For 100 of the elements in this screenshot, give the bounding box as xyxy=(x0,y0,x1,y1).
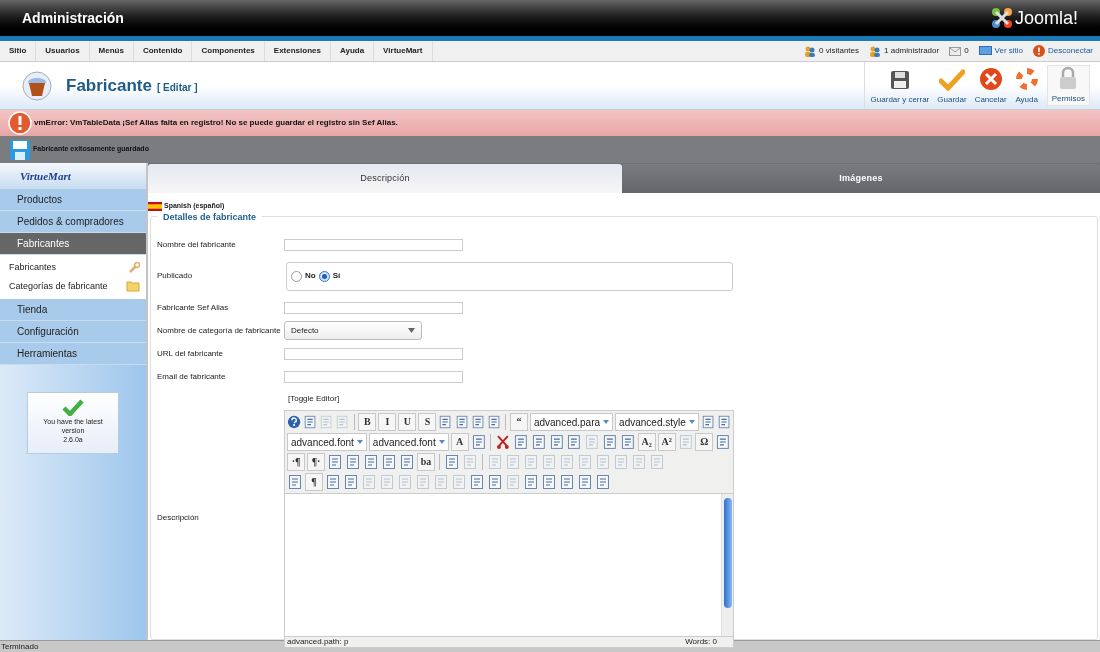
document-icon[interactable] xyxy=(399,454,415,470)
status-link[interactable]: 1 administrador xyxy=(884,45,940,57)
toolbar-button[interactable]: Ayuda xyxy=(1010,65,1043,106)
tab[interactable]: Imágenes xyxy=(622,164,1100,193)
field-label: Publicado xyxy=(157,270,194,282)
toolbar-button[interactable]: A₂ xyxy=(637,433,656,451)
sidebar-section[interactable]: Productos xyxy=(0,189,146,211)
document-icon[interactable] xyxy=(700,414,715,430)
toolbar-dropdown[interactable]: advanced.para xyxy=(529,413,614,431)
virtuemart-logo: VirtueMart xyxy=(20,168,71,184)
document-icon[interactable] xyxy=(530,434,547,450)
scrollbar[interactable] xyxy=(721,494,733,636)
document-icon[interactable] xyxy=(325,474,341,490)
toolbar-dropdown[interactable]: advanced.style xyxy=(615,413,699,431)
toolbar-button[interactable]: B xyxy=(358,413,377,431)
spain-flag-icon xyxy=(148,201,162,211)
text-field[interactable] xyxy=(284,238,463,251)
toggle-editor-link[interactable]: [Toggle Editor] xyxy=(284,388,734,410)
sidebar-section[interactable]: Pedidos & compradores xyxy=(0,211,146,233)
document-icon[interactable] xyxy=(548,434,565,450)
text-field[interactable] xyxy=(284,370,463,383)
document-icon[interactable] xyxy=(303,414,318,430)
document-icon[interactable] xyxy=(715,434,732,450)
document-icon[interactable] xyxy=(486,414,501,430)
sidebar-link[interactable]: Fabricantes xyxy=(9,261,57,275)
document-icon[interactable] xyxy=(595,474,611,490)
toolbar-button[interactable]: S xyxy=(418,413,437,431)
header-title: Administración xyxy=(22,8,124,28)
menu-item[interactable]: Contenido xyxy=(133,41,193,61)
toolbar-button[interactable]: Permisos xyxy=(1046,65,1090,106)
field-label: Nombre del fabricante xyxy=(157,238,237,251)
document-icon[interactable] xyxy=(716,414,732,430)
menu-item[interactable]: Extensiones xyxy=(264,41,331,61)
scissors-icon[interactable] xyxy=(495,434,512,450)
sidebar-link[interactable]: Categorías de fabricante xyxy=(9,279,108,293)
document-icon[interactable] xyxy=(327,454,343,470)
text-field[interactable] xyxy=(284,347,463,360)
document-icon[interactable] xyxy=(343,474,359,490)
document-icon[interactable] xyxy=(523,474,539,490)
document-icon[interactable] xyxy=(487,474,503,490)
document-icon[interactable] xyxy=(454,414,469,430)
toolbar-button[interactable]: U xyxy=(398,413,417,431)
document-icon[interactable] xyxy=(444,454,460,470)
page-title: Fabricante xyxy=(66,74,152,97)
sidebar-section[interactable]: Fabricantes xyxy=(0,233,146,255)
tab[interactable]: Descripción xyxy=(148,164,622,193)
sidebar-section[interactable]: Configuración xyxy=(0,321,146,343)
document-icon[interactable] xyxy=(381,454,397,470)
field-label: Nombre de categoría de fabricante xyxy=(157,324,282,337)
toolbar-button[interactable]: ¶ xyxy=(305,473,323,491)
menu-item[interactable]: Ayuda xyxy=(330,41,375,61)
document-icon[interactable] xyxy=(345,454,361,470)
document-icon[interactable] xyxy=(577,474,593,490)
document-icon[interactable] xyxy=(287,474,303,490)
menu-item[interactable]: Menús xyxy=(89,41,134,61)
help-icon[interactable] xyxy=(287,414,302,430)
basket-icon xyxy=(22,70,52,101)
document-icon[interactable] xyxy=(602,434,618,450)
toolbar-button[interactable]: Guardar xyxy=(933,65,971,106)
field-label: Descripción xyxy=(157,512,199,524)
category-dropdown[interactable]: Defecto xyxy=(284,321,422,340)
status-link[interactable]: Desconectar xyxy=(1048,45,1093,57)
toolbar-button[interactable]: “ xyxy=(509,413,528,431)
toolbar-button[interactable]: I xyxy=(378,413,397,431)
page-subtitle: [ Editar ] xyxy=(157,80,198,95)
users-icon xyxy=(869,45,881,57)
toolbar-button[interactable]: Guardar y cerrar xyxy=(866,65,934,106)
toolbar-dropdown[interactable]: advanced.font xyxy=(368,433,449,451)
toolbar-button[interactable]: ba xyxy=(417,453,435,471)
sidebar-section[interactable]: Herramientas xyxy=(0,343,146,365)
radio-button[interactable] xyxy=(291,270,302,282)
toolbar-button[interactable]: ¶· xyxy=(307,453,325,471)
sidebar-section[interactable]: Tienda xyxy=(0,299,146,321)
document-icon[interactable] xyxy=(470,414,485,430)
radio-button[interactable] xyxy=(318,270,330,282)
document-icon[interactable] xyxy=(438,414,453,430)
menu-item[interactable]: Componentes xyxy=(192,41,265,61)
menu-item[interactable]: VirtueMart xyxy=(374,41,433,61)
toolbar-dropdown[interactable]: advanced.font xyxy=(287,433,367,451)
document-icon[interactable] xyxy=(470,434,487,450)
menu-item[interactable]: Sitio xyxy=(0,41,37,61)
error-message: vmError: VmTableData ¡Sef Alias falta en registro! No se puede guardar el registro sin Sef Alias. xyxy=(34,117,398,129)
document-icon[interactable] xyxy=(559,474,575,490)
document-icon[interactable] xyxy=(363,454,379,470)
document-icon[interactable] xyxy=(469,474,485,490)
document-icon[interactable] xyxy=(541,474,557,490)
document-icon[interactable] xyxy=(513,434,529,450)
toolbar-button[interactable]: Ω xyxy=(695,433,714,451)
status-link[interactable]: 0 visitantes xyxy=(819,45,859,57)
toolbar-button[interactable]: A xyxy=(450,433,469,451)
status-link[interactable]: 0 xyxy=(964,45,969,57)
status-text: Terminado xyxy=(1,642,39,651)
toolbar-button[interactable]: A² xyxy=(657,433,676,451)
menu-item[interactable]: Usuarios xyxy=(36,41,90,61)
document-icon[interactable] xyxy=(619,434,636,450)
toolbar-button[interactable]: Cancelar xyxy=(970,65,1011,106)
document-icon[interactable] xyxy=(566,434,583,450)
text-field[interactable] xyxy=(284,301,463,314)
toolbar-button[interactable]: ·¶ xyxy=(287,453,305,471)
status-link[interactable]: Ver sitio xyxy=(994,45,1024,57)
